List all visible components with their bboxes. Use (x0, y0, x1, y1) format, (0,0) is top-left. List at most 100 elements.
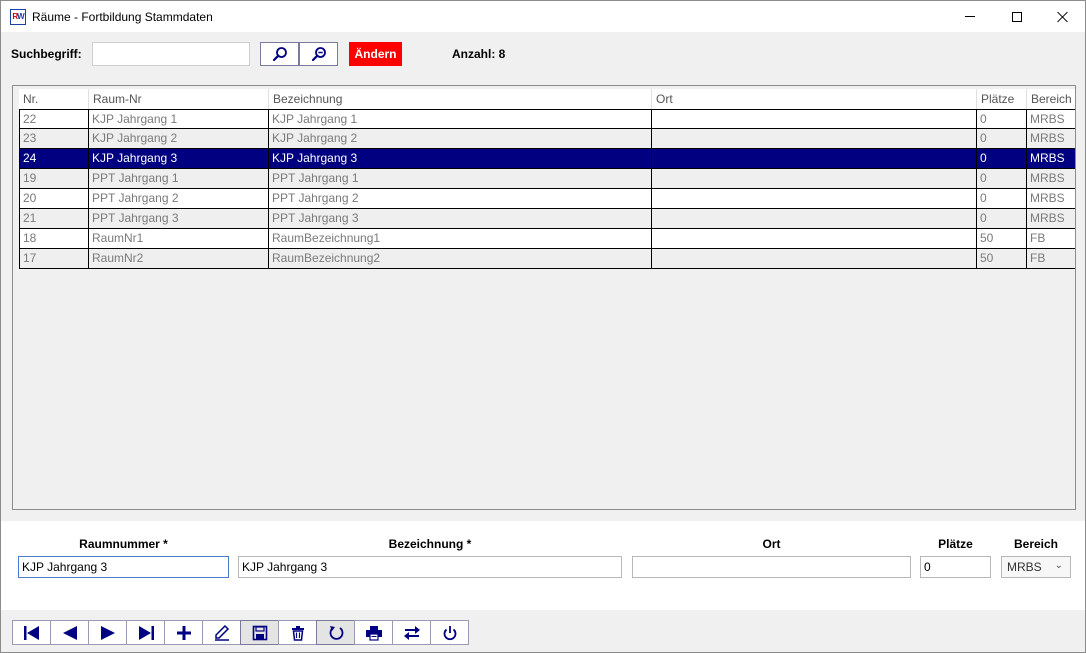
cell-ort (652, 129, 977, 149)
search-toolbar: Suchbegriff: Ändern Anzahl: 8 (1, 32, 1085, 75)
print-button[interactable] (354, 620, 393, 645)
plaetze-label: Plätze (938, 537, 973, 551)
raumnummer-input[interactable]: KJP Jahrgang 3 (18, 556, 229, 578)
cell-raum-nr: RaumNr2 (89, 249, 269, 269)
ort-input[interactable] (632, 556, 911, 578)
bereich-label: Bereich (1013, 537, 1059, 551)
cell-bereich: MRBS (1027, 109, 1075, 129)
cell-ort (652, 149, 977, 169)
bezeichnung-label: Bezeichnung * (388, 537, 472, 551)
cell-bereich: MRBS (1027, 209, 1075, 229)
cell-nr: 19 (19, 169, 89, 189)
app-icon: RW (10, 9, 26, 25)
maximize-button[interactable] (994, 1, 1040, 32)
first-record-button[interactable] (12, 620, 51, 645)
cell-bezeichnung: PPT Jahrgang 2 (269, 189, 652, 209)
next-record-button[interactable] (88, 620, 127, 645)
table-row[interactable]: 23 KJP Jahrgang 2 KJP Jahrgang 2 0 MRBS (19, 129, 1075, 149)
table-row[interactable]: 18 RaumNr1 RaumBezeichnung1 50 FB (19, 229, 1075, 249)
previous-record-button[interactable] (50, 620, 89, 645)
record-navigation (12, 620, 469, 645)
bereich-select[interactable]: MRBS ⌄ (1001, 556, 1071, 578)
table-row[interactable]: 17 RaumNr2 RaumBezeichnung2 50 FB (19, 249, 1075, 269)
delete-record-button[interactable] (278, 620, 317, 645)
cell-ort (652, 169, 977, 189)
cell-ort (652, 109, 977, 129)
cell-raum-nr: PPT Jahrgang 2 (89, 189, 269, 209)
column-header-nr[interactable]: Nr. (19, 89, 89, 109)
cell-ort (652, 189, 977, 209)
save-record-button[interactable] (240, 620, 279, 645)
table-row[interactable]: 22 KJP Jahrgang 1 KJP Jahrgang 1 0 MRBS (19, 109, 1075, 129)
cell-plaetze: 0 (977, 169, 1027, 189)
bereich-selected-value: MRBS (1007, 560, 1042, 574)
next-record-icon (100, 625, 115, 640)
title-bar: RW Räume - Fortbildung Stammdaten (1, 1, 1085, 32)
table-row[interactable]: 19 PPT Jahrgang 1 PPT Jahrgang 1 0 MRBS (19, 169, 1075, 189)
change-button[interactable]: Ändern (349, 42, 402, 66)
last-record-icon (138, 625, 154, 640)
cell-bezeichnung: KJP Jahrgang 3 (269, 149, 652, 169)
edit-icon (214, 624, 229, 641)
cell-plaetze: 0 (977, 149, 1027, 169)
cell-plaetze: 0 (977, 189, 1027, 209)
first-record-icon (23, 625, 39, 640)
exit-button[interactable] (430, 620, 469, 645)
cell-bereich: MRBS (1027, 189, 1075, 209)
refresh-button[interactable] (392, 620, 431, 645)
cell-raum-nr: KJP Jahrgang 3 (89, 149, 269, 169)
plaetze-input[interactable]: 0 (920, 556, 991, 578)
cell-nr: 17 (19, 249, 89, 269)
close-button[interactable] (1040, 1, 1086, 32)
cell-ort (652, 209, 977, 229)
search-input[interactable] (92, 42, 250, 66)
cell-nr: 21 (19, 209, 89, 229)
cell-raum-nr: PPT Jahrgang 3 (89, 209, 269, 229)
zoom-out-icon (311, 47, 326, 62)
previous-record-icon (62, 625, 77, 640)
column-header-bezeichnung[interactable]: Bezeichnung (269, 89, 652, 109)
edit-record-button[interactable] (202, 620, 241, 645)
table-row[interactable]: 24 KJP Jahrgang 3 KJP Jahrgang 3 0 MRBS (19, 149, 1075, 169)
cell-plaetze: 0 (977, 209, 1027, 229)
search-icon (272, 47, 287, 62)
cell-raum-nr: PPT Jahrgang 1 (89, 169, 269, 189)
cell-raum-nr: KJP Jahrgang 2 (89, 129, 269, 149)
table-row[interactable]: 21 PPT Jahrgang 3 PPT Jahrgang 3 0 MRBS (19, 209, 1075, 229)
rooms-grid[interactable]: Nr. Raum-Nr Bezeichnung Ort Plätze Berei… (12, 85, 1076, 510)
table-row[interactable]: 20 PPT Jahrgang 2 PPT Jahrgang 2 0 MRBS (19, 189, 1075, 209)
cell-raum-nr: KJP Jahrgang 1 (89, 109, 269, 129)
column-header-ort[interactable]: Ort (652, 89, 977, 109)
clear-search-button[interactable] (299, 42, 338, 66)
cell-nr: 24 (19, 149, 89, 169)
search-label: Suchbegriff: (11, 47, 82, 61)
cell-ort (652, 249, 977, 269)
cell-bezeichnung: KJP Jahrgang 2 (269, 129, 652, 149)
save-icon (252, 625, 267, 640)
undo-icon (329, 625, 343, 640)
ort-label: Ort (762, 537, 781, 551)
search-button[interactable] (260, 42, 299, 66)
cell-bezeichnung: PPT Jahrgang 1 (269, 169, 652, 189)
cell-bezeichnung: KJP Jahrgang 1 (269, 109, 652, 129)
cell-plaetze: 0 (977, 109, 1027, 129)
minimize-button[interactable] (947, 1, 993, 32)
bezeichnung-input[interactable]: KJP Jahrgang 3 (238, 556, 622, 578)
cell-bereich: MRBS (1027, 129, 1075, 149)
cell-ort (652, 229, 977, 249)
undo-button[interactable] (316, 620, 355, 645)
app-window: RW Räume - Fortbildung Stammdaten Suchbe… (0, 0, 1086, 653)
close-icon (1057, 11, 1069, 23)
column-header-plaetze[interactable]: Plätze (977, 89, 1027, 109)
print-icon (365, 625, 382, 641)
cell-plaetze: 50 (977, 229, 1027, 249)
add-record-button[interactable] (164, 620, 203, 645)
column-header-bereich[interactable]: Bereich (1027, 89, 1075, 109)
window-title: Räume - Fortbildung Stammdaten (32, 10, 213, 24)
column-header-raum-nr[interactable]: Raum-Nr (89, 89, 269, 109)
grid-header: Nr. Raum-Nr Bezeichnung Ort Plätze Berei… (19, 89, 1075, 109)
cell-nr: 20 (19, 189, 89, 209)
last-record-button[interactable] (126, 620, 165, 645)
cell-bezeichnung: RaumBezeichnung1 (269, 229, 652, 249)
maximize-icon (1012, 11, 1022, 22)
